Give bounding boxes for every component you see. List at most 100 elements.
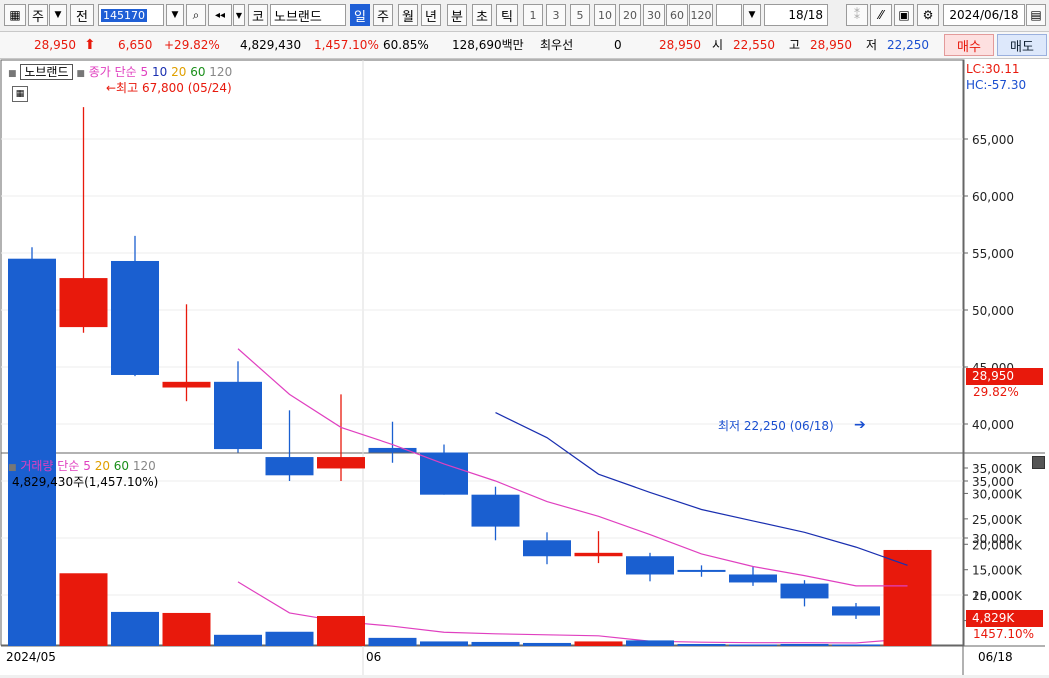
x-axis-start: 2024/05 <box>6 650 56 664</box>
stock-code-input[interactable]: 145170 <box>98 4 164 26</box>
candle-body <box>162 381 211 388</box>
ma-legend-label: 종가 단순 <box>88 65 137 79</box>
ma-5-legend: 5 <box>140 65 149 79</box>
toolbar: ▦ 주 ▼ 전 145170 ▼ ⌕ ◂◂ ▼ 코 노브랜드 일 주 월 년 분… <box>0 0 1049 32</box>
interval-3[interactable]: 3 <box>546 4 566 26</box>
best-quote-label: 최우선 <box>540 38 574 52</box>
quote-bar: 28,950 ⬆ 6,650 +29.82% 4,829,430 1,457.1… <box>0 32 1049 59</box>
exchange-badge[interactable]: 코 <box>248 4 268 26</box>
candle-body <box>59 278 108 328</box>
custom-interval-input[interactable] <box>716 4 742 26</box>
change-amount: 6,650 <box>118 38 153 52</box>
period-second[interactable]: 초 <box>472 4 492 26</box>
vma-5-legend: 5 <box>83 459 91 473</box>
volume-bar <box>368 637 417 646</box>
volume-tick-label: 15,000K <box>972 564 1023 578</box>
interval-20[interactable]: 20 <box>619 4 641 26</box>
search-icon[interactable]: ⌕ <box>186 4 206 26</box>
low-label: 저 <box>866 38 878 52</box>
interval-1[interactable]: 1 <box>523 4 543 26</box>
period-week[interactable]: 주 <box>373 4 393 26</box>
volume-bar <box>677 643 726 646</box>
hc-label: HC:-57.30 <box>966 78 1027 92</box>
candle-body <box>214 381 262 450</box>
date-input[interactable]: 2024/06/18 <box>943 4 1025 26</box>
volume-ma-type: 단순 <box>57 459 80 473</box>
settings-gear-icon[interactable]: ⚙ <box>917 4 939 26</box>
volume-bar <box>883 621 932 646</box>
period-tick[interactable]: 틱 <box>496 4 518 26</box>
page-current: 18 <box>788 8 804 22</box>
candle-body <box>677 569 726 572</box>
period-day[interactable]: 일 <box>350 4 370 26</box>
volume-tick-label: 25,000K <box>972 513 1023 527</box>
current-price: 28,950 <box>34 38 76 52</box>
page-indicator: 18/18 <box>764 4 828 26</box>
prev-stock-icon[interactable]: ◂◂ <box>208 4 232 26</box>
volume-percent: 1,457.10% <box>314 38 379 52</box>
change-percent: +29.82% <box>164 38 220 52</box>
volume-bar <box>832 644 880 646</box>
volume-legend-label: 거래량 <box>20 459 54 473</box>
volume-tick-label: 35,000K <box>972 462 1023 476</box>
interval-120[interactable]: 120 <box>689 4 713 26</box>
candle-body <box>626 556 674 575</box>
buy-button[interactable]: 매수 <box>944 34 994 56</box>
market-selector[interactable]: 주 <box>28 4 48 26</box>
volume-tick-label: 10,000K <box>972 589 1023 603</box>
stock-name-field[interactable]: 노브랜드 <box>270 4 346 26</box>
volume-value: 4,829,430 <box>240 38 302 52</box>
price-tick-label: 65,000 <box>972 133 1014 147</box>
turnover-percent: 60.85% <box>383 38 429 52</box>
candle-body <box>523 540 571 557</box>
legend-square-icon: ■ <box>8 69 17 79</box>
interval-dropdown-icon[interactable]: ▼ <box>743 4 761 26</box>
candlestick-chart[interactable]: 65,00060,00055,00050,00045,00040,00035,0… <box>0 59 1049 675</box>
compare-icon[interactable]: ⁑ <box>846 4 868 26</box>
table-view-icon[interactable]: ▦ <box>12 86 28 102</box>
interval-5[interactable]: 5 <box>570 4 590 26</box>
candle-body <box>111 260 159 375</box>
interval-60[interactable]: 60 <box>666 4 688 26</box>
stock-name-tag[interactable]: 노브랜드 <box>20 64 73 80</box>
market-dropdown-icon[interactable]: ▼ <box>49 4 67 26</box>
vma-120-legend: 120 <box>132 459 156 473</box>
ma-20-legend: 20 <box>171 65 187 79</box>
period-month[interactable]: 월 <box>398 4 418 26</box>
volume-bar <box>214 634 262 646</box>
interval-30[interactable]: 30 <box>643 4 665 26</box>
window-menu-icon[interactable]: ▦ <box>4 4 26 26</box>
maximize-panel-icon[interactable] <box>1032 456 1045 469</box>
x-axis-mid: 06 <box>366 650 382 664</box>
stock-nav-dropdown-icon[interactable]: ▼ <box>233 4 245 26</box>
save-icon[interactable]: ▣ <box>894 4 914 26</box>
volume-bar <box>265 631 314 646</box>
prefix-button[interactable]: 전 <box>70 4 94 26</box>
period-year[interactable]: 년 <box>421 4 441 26</box>
volume-bar <box>317 615 365 646</box>
sell-button[interactable]: 매도 <box>997 34 1047 56</box>
volume-legend: ■ 거래량 단순 5 20 60 120 <box>8 457 156 474</box>
candle-body <box>780 583 829 599</box>
min-price-annotation: 최저 22,250 (06/18) <box>718 419 834 433</box>
chart-type-icon[interactable]: ⁄⁄ <box>870 4 892 26</box>
open-label: 시 <box>712 38 724 52</box>
volume-bar <box>780 643 829 646</box>
lc-label: LC:30.11 <box>966 62 1020 76</box>
candle-body <box>574 552 623 557</box>
last-pct-tag: 29.82% <box>973 385 1019 399</box>
volume-tick-label: 20,000K <box>972 538 1023 552</box>
calendar-icon[interactable]: ▤ <box>1026 4 1046 26</box>
volume-y-axis: 35,000K 30,000K 25,000K 20,000K 15,000K 10,00… <box>963 462 1023 629</box>
interval-10[interactable]: 10 <box>594 4 616 26</box>
candle-body <box>420 452 468 495</box>
price-tick-label: 55,000 <box>972 247 1014 261</box>
chart-area[interactable]: 65,00060,00055,00050,00045,00040,00035,0… <box>0 59 1049 675</box>
code-dropdown-icon[interactable]: ▼ <box>166 4 184 26</box>
max-price-annotation: ←최고 67,800 (05/24) <box>106 81 232 95</box>
last-volume-pct-tag: 1457.10% <box>973 627 1035 641</box>
last-volume-tag: 4,829K <box>966 610 1043 627</box>
volume-bar <box>111 611 159 646</box>
volume-info: 4,829,430주(1,457.10%) <box>12 475 159 489</box>
period-minute[interactable]: 분 <box>447 4 467 26</box>
